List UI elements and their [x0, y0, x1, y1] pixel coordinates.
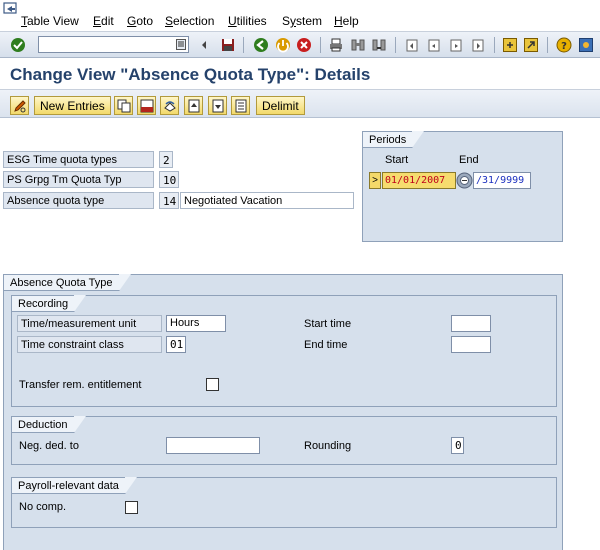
copy-icon [117, 99, 131, 113]
transfer-rem-entitlement-label: Transfer rem. entitlement [19, 379, 142, 391]
payroll-relevant-data-group: Payroll-relevant data No comp. [11, 477, 557, 528]
delete-row-icon [140, 99, 154, 113]
period-start-date[interactable]: 01/01/2007 [382, 172, 456, 189]
transfer-rem-entitlement-checkbox[interactable] [206, 378, 219, 391]
rounding-label: Rounding [304, 440, 352, 452]
ps-grpg-tm-quota-typ-value: 10 [159, 171, 179, 188]
next-page-icon[interactable] [448, 37, 464, 53]
previous-entry-icon [188, 99, 200, 113]
absence-quota-type-group: Absence Quota Type Recording Time/measur… [3, 274, 563, 550]
undo-change-button[interactable] [160, 96, 179, 115]
neg-ded-to-input[interactable] [166, 437, 260, 454]
recording-group: Recording Time/measurement unit Hours St… [11, 295, 557, 407]
time-measurement-unit-input[interactable]: Hours [166, 315, 226, 332]
absence-quota-type-label: Absence quota type [3, 192, 154, 209]
no-comp-label: No comp. [19, 501, 67, 513]
esg-time-quota-types-label: ESG Time quota types [3, 151, 154, 168]
menu-bar: Table View Edit Goto Selection Utilities… [0, 0, 600, 32]
sap-menu-icon[interactable] [3, 2, 19, 14]
menu-help[interactable]: Help [334, 14, 359, 28]
next-entry-button[interactable] [208, 96, 227, 115]
save-icon[interactable] [220, 37, 236, 53]
period-end-date[interactable]: /31/9999 [473, 172, 531, 189]
no-comp-checkbox[interactable] [125, 501, 138, 514]
other-entry-icon [235, 99, 247, 113]
recording-group-title: Recording [11, 295, 87, 312]
undo-icon [164, 101, 176, 112]
back-icon[interactable] [253, 37, 269, 53]
help-icon[interactable]: ? [556, 37, 572, 53]
neg-ded-to-label: Neg. ded. to [19, 440, 79, 452]
time-constraint-class-label: Time constraint class [17, 336, 162, 353]
period-end-label: End [459, 154, 479, 166]
layout-settings-icon[interactable] [578, 37, 594, 53]
absence-quota-type-group-title: Absence Quota Type [3, 274, 131, 291]
copy-as-button[interactable] [114, 96, 133, 115]
previous-page-icon[interactable] [426, 37, 442, 53]
esg-time-quota-types-value: 2 [159, 151, 173, 168]
period-selected-marker[interactable]: > [369, 172, 381, 189]
menu-edit[interactable]: Edit [93, 14, 114, 28]
page-title: Change View "Absence Quota Type": Detail… [10, 65, 371, 84]
end-time-input[interactable] [451, 336, 491, 353]
menu-table-view[interactable]: Table View [21, 14, 79, 28]
start-time-input[interactable] [451, 315, 491, 332]
deduction-group: Deduction Neg. ded. to Rounding 0 [11, 416, 557, 465]
deduction-group-title: Deduction [11, 416, 86, 433]
payroll-relevant-data-group-title: Payroll-relevant data [11, 477, 137, 494]
enter-check-icon[interactable] [10, 37, 26, 53]
absence-quota-type-text: Negotiated Vacation [180, 192, 354, 209]
first-page-icon[interactable] [404, 37, 420, 53]
absence-quota-type-value: 14 [159, 192, 179, 209]
date-picker-icon[interactable] [456, 172, 473, 189]
menu-goto[interactable]: Goto [127, 14, 153, 28]
other-entry-button[interactable] [231, 96, 250, 115]
previous-entry-button[interactable] [184, 96, 203, 115]
periods-group-title: Periods [362, 131, 425, 148]
pencil-glasses-icon [14, 100, 26, 113]
rounding-input[interactable]: 0 [451, 437, 464, 454]
command-dropdown-icon[interactable] [176, 39, 186, 50]
menu-selection[interactable]: Selection [165, 14, 214, 28]
period-start-label: Start [385, 154, 409, 166]
time-measurement-unit-label: Time/measurement unit [17, 315, 162, 332]
find-next-icon[interactable] [371, 37, 387, 53]
shortcut-icon[interactable] [523, 37, 539, 53]
next-entry-icon [212, 99, 224, 113]
exit-icon[interactable] [275, 37, 291, 53]
cancel-icon[interactable] [296, 37, 312, 53]
periods-group: Periods Start End > 01/01/2007 /31/9999 [362, 131, 563, 242]
command-field[interactable] [38, 36, 189, 53]
print-icon[interactable] [328, 37, 344, 53]
menu-system[interactable]: System [282, 14, 322, 28]
title-bar: Change View "Absence Quota Type": Detail… [0, 58, 600, 90]
menu-utilities[interactable]: Utilities [228, 14, 267, 28]
delete-button[interactable] [137, 96, 156, 115]
change-display-button[interactable] [10, 96, 29, 115]
end-time-label: End time [304, 339, 348, 351]
delimit-button[interactable]: Delimit [256, 96, 305, 115]
svg-text:?: ? [561, 41, 567, 52]
time-constraint-class-input[interactable]: 01 [166, 336, 186, 353]
start-time-label: Start time [304, 318, 352, 330]
find-icon[interactable] [350, 37, 366, 53]
new-session-icon[interactable] [502, 37, 518, 53]
last-page-icon[interactable] [470, 37, 486, 53]
back-arrow-small-icon[interactable] [199, 37, 209, 53]
ps-grpg-tm-quota-typ-label: PS Grpg Tm Quota Typ [3, 171, 154, 188]
new-entries-button[interactable]: New Entries [34, 96, 111, 115]
